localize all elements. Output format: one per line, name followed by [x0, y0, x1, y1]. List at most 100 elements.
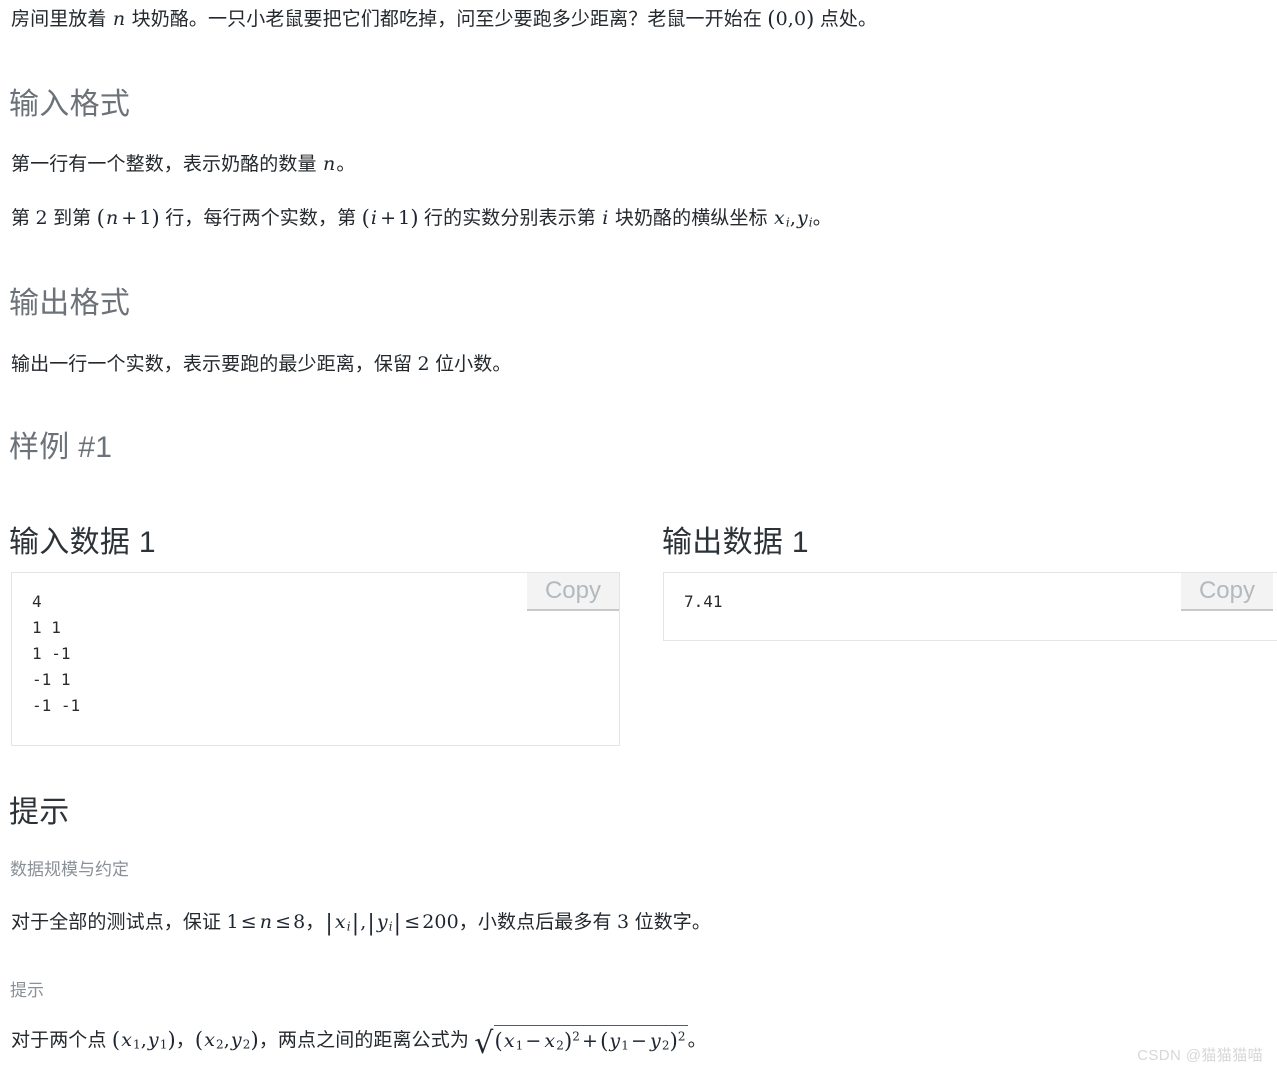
input-line2-expr2-close: ) — [410, 206, 419, 230]
csdn-watermark: CSDN @猫猫猫喵 — [1137, 1047, 1263, 1064]
input-line2-expr1-var: n — [105, 207, 119, 229]
input-line2-text-a: 第 — [11, 208, 36, 229]
hint1-limit: 200 — [422, 911, 459, 933]
input-line2-text-f: 。 — [812, 208, 832, 229]
hint2-text-d: 。 — [687, 1030, 707, 1051]
intro-point-y: 0 — [793, 8, 807, 30]
formula-y1: y — [609, 1030, 621, 1052]
heading-input-format: 输入格式 — [9, 88, 131, 121]
output-line1-text-b: 位小数。 — [429, 354, 512, 375]
copy-input-button[interactable]: Copy — [526, 573, 619, 611]
hint2-p1-comma: , — [140, 1029, 147, 1051]
hint-block1-label: 数据规模与约定 — [10, 860, 129, 879]
input-format-line-2: 第 2 到第 (n +1) 行，每行两个实数，第 (i +1) 行的实数分别表示第 … — [11, 205, 832, 233]
hint2-p2-comma: , — [223, 1029, 230, 1051]
input-line2-expr2-open: ( — [361, 206, 370, 230]
formula-open-2: ( — [600, 1029, 609, 1053]
sample-output-box: 7.41 Copy — [663, 572, 1277, 641]
sample-input-box: 4 1 1 1 -1 -1 1 -1 -1 Copy — [11, 572, 620, 746]
hint1-n-high: 8 — [293, 911, 306, 933]
hint2-p2-y-sub: 2 — [242, 1037, 251, 1052]
output-format-line-1: 输出一行一个实数，表示要跑的最少距离，保留 2 位小数。 — [11, 351, 511, 379]
hint2-text-c: ，两点之间的距离公式为 — [258, 1030, 475, 1051]
formula-minus-1: − — [525, 1030, 542, 1052]
sample-output-title: 输出数据 1 — [662, 526, 809, 559]
hint2-p2-close: ) — [250, 1028, 259, 1052]
formula-y2-sub: 2 — [661, 1038, 670, 1053]
hint2-p2-y: y — [230, 1029, 242, 1051]
heading-sample-1: 样例 #1 — [9, 422, 112, 466]
hint2-p2-x: x — [204, 1029, 216, 1051]
input-line1-text-b: 。 — [336, 154, 356, 175]
input-line2-expr2-var: i — [370, 207, 378, 229]
hint1-abs-x-sub: i — [346, 919, 351, 934]
hint2-p1-x: x — [121, 1029, 133, 1051]
distance-formula: √(x1− x2)2 +(y1− y2)2 — [474, 1025, 688, 1061]
radicand: (x1− x2)2 +(y1− y2)2 — [493, 1025, 688, 1056]
intro-var-n: n — [112, 8, 126, 30]
radical-sign-icon: √ — [474, 1026, 494, 1061]
hint-block2-text: 对于两个点 (x1,y1)，(x2,y2)，两点之间的距离公式为 √(x1− x2… — [11, 1025, 707, 1061]
sample-heading-prefix: 样例 — [9, 431, 70, 464]
hint1-abs-comma: , — [360, 911, 367, 933]
hint1-text-b: ， — [305, 912, 325, 933]
input-line2-text-b: 到第 — [47, 208, 97, 229]
input-line1-text-a: 第一行有一个整数，表示奶酪的数量 — [11, 154, 322, 175]
formula-open-1: ( — [494, 1029, 503, 1053]
formula-y2: y — [650, 1030, 661, 1052]
input-line2-num-2: 2 — [35, 207, 48, 229]
input-line1-var-n: n — [322, 153, 336, 175]
hint1-le-3: ≤ — [404, 911, 421, 933]
formula-x2: x — [544, 1030, 556, 1052]
hint1-text-c: ，小数点后最多有 — [458, 912, 617, 933]
hint2-p1-close: ) — [167, 1028, 176, 1052]
intro-point-close: ) — [806, 7, 815, 31]
intro-text-c: 点处。 — [814, 9, 878, 30]
input-line2-expr1-close: ) — [151, 206, 160, 230]
hint1-n-low: 1 — [226, 911, 239, 933]
hint1-le-1: ≤ — [240, 911, 257, 933]
intro-text-b: 块奶酪。一只小老鼠要把它们都吃掉，问至少要跑多少距离？老鼠一开始在 — [126, 9, 768, 30]
hint1-abs-y: y — [376, 911, 388, 933]
hint1-abs-x: x — [334, 911, 346, 933]
sample-heading-suffix: #1 — [78, 431, 113, 464]
output-line1-text-a: 输出一行一个实数，表示要跑的最少距离，保留 — [11, 354, 418, 375]
sample-input-title: 输入数据 1 — [9, 526, 156, 559]
input-line2-expr2-plus: + — [380, 207, 397, 229]
input-line2-expr1-one: 1 — [139, 207, 152, 229]
formula-exp-2: 2 — [677, 1029, 686, 1044]
hint1-le-2: ≤ — [275, 911, 292, 933]
heading-output-format: 输出格式 — [9, 287, 131, 320]
output-line1-num: 2 — [417, 353, 430, 375]
input-line2-expr1-open: ( — [96, 206, 105, 230]
hint1-n-var: n — [259, 911, 273, 933]
hint2-text-a: 对于两个点 — [11, 1030, 112, 1051]
input-line2-expr1-plus: + — [121, 207, 138, 229]
hint2-p1-x-sub: 1 — [133, 1037, 141, 1052]
input-line2-x: x — [774, 207, 785, 229]
formula-y1-sub: 1 — [621, 1038, 629, 1053]
heading-hint: 提示 — [9, 796, 70, 829]
hint1-digits: 3 — [616, 911, 630, 933]
input-line2-text-e: 块奶酪的横纵坐标 — [609, 208, 774, 229]
hint1-text-d: 位数字。 — [629, 912, 711, 933]
hint1-abs-y-sub: i — [388, 919, 393, 934]
formula-close-2: ) — [669, 1029, 678, 1053]
formula-x2-sub: 2 — [556, 1038, 564, 1053]
input-line2-text-c: 行，每行两个实数，第 — [159, 208, 362, 229]
problem-statement-page: { "intro": { "text_a": "房间里放着 ", "var_n"… — [0, 0, 1277, 1073]
formula-plus: + — [582, 1030, 599, 1052]
hint2-p2-open: ( — [194, 1028, 204, 1052]
intro-paragraph: 房间里放着 n 块奶酪。一只小老鼠要把它们都吃掉，问至少要跑多少距离？老鼠一开始… — [11, 6, 877, 34]
intro-text-a: 房间里放着 — [11, 9, 112, 30]
intro-point-x: 0 — [775, 8, 788, 30]
input-format-line-1: 第一行有一个整数，表示奶酪的数量 n。 — [11, 151, 355, 179]
input-line2-text-d: 行的实数分别表示第 — [418, 208, 602, 229]
hint1-text-a: 对于全部的测试点，保证 — [11, 912, 227, 933]
intro-point-open: ( — [767, 7, 776, 31]
copy-output-button[interactable]: Copy — [1180, 573, 1273, 611]
input-line2-y: y — [796, 207, 808, 229]
formula-close-1: ) — [564, 1029, 573, 1053]
hint-block1-text: 对于全部的测试点，保证 1 ≤ n ≤8，| xi|,| yi| ≤200，小数点后最多有 … — [11, 911, 711, 936]
hint2-p2-x-sub: 2 — [216, 1037, 224, 1052]
